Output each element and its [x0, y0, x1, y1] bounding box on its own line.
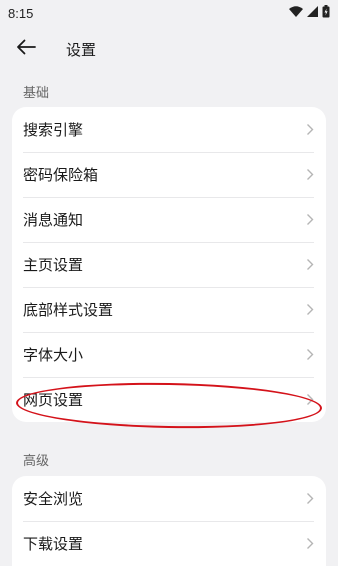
chevron-right-icon	[305, 168, 314, 182]
chevron-right-icon	[305, 492, 314, 506]
settings-item-homepage[interactable]: 主页设置	[12, 242, 326, 287]
settings-item-label: 密码保险箱	[23, 166, 99, 184]
settings-item-label: 底部样式设置	[23, 301, 114, 319]
chevron-right-icon	[305, 393, 314, 407]
settings-item-download-settings[interactable]: 下载设置	[12, 521, 326, 566]
section-label-basic: 基础	[23, 86, 50, 101]
back-button[interactable]	[0, 26, 52, 72]
chevron-right-icon	[305, 303, 314, 317]
settings-item-label: 消息通知	[23, 211, 84, 229]
settings-item-safe-browsing[interactable]: 安全浏览	[12, 476, 326, 521]
chevron-right-icon	[305, 123, 314, 137]
chevron-right-icon	[305, 348, 314, 362]
battery-icon	[322, 4, 330, 22]
chevron-right-icon	[305, 537, 314, 551]
settings-item-search-engine[interactable]: 搜索引擎	[12, 107, 326, 152]
settings-item-label: 主页设置	[23, 256, 84, 274]
settings-item-web-settings[interactable]: 网页设置	[12, 377, 326, 422]
status-icons	[289, 4, 330, 22]
settings-item-label: 网页设置	[23, 391, 84, 409]
settings-item-label: 搜索引擎	[23, 121, 84, 139]
settings-item-label: 安全浏览	[23, 490, 84, 508]
chevron-right-icon	[305, 258, 314, 272]
arrow-left-icon	[16, 39, 36, 59]
page-title: 设置	[66, 40, 97, 59]
app-bar: 设置	[0, 26, 338, 72]
settings-card-advanced: 安全浏览 下载设置	[12, 476, 326, 566]
status-time: 8:15	[8, 5, 34, 21]
settings-item-bottom-style[interactable]: 底部样式设置	[12, 287, 326, 332]
section-label-advanced: 高级	[23, 454, 50, 469]
settings-item-label: 下载设置	[23, 535, 84, 553]
signal-icon	[307, 5, 318, 21]
status-bar: 8:15	[0, 0, 338, 26]
settings-item-label: 字体大小	[23, 346, 84, 364]
chevron-right-icon	[305, 213, 314, 227]
wifi-icon	[289, 5, 303, 21]
settings-item-font-size[interactable]: 字体大小	[12, 332, 326, 377]
settings-item-notifications[interactable]: 消息通知	[12, 197, 326, 242]
settings-card-basic: 搜索引擎 密码保险箱 消息通知 主页设置 底部样式设置 字体大小 网页设置	[12, 107, 326, 422]
settings-item-password-vault[interactable]: 密码保险箱	[12, 152, 326, 197]
